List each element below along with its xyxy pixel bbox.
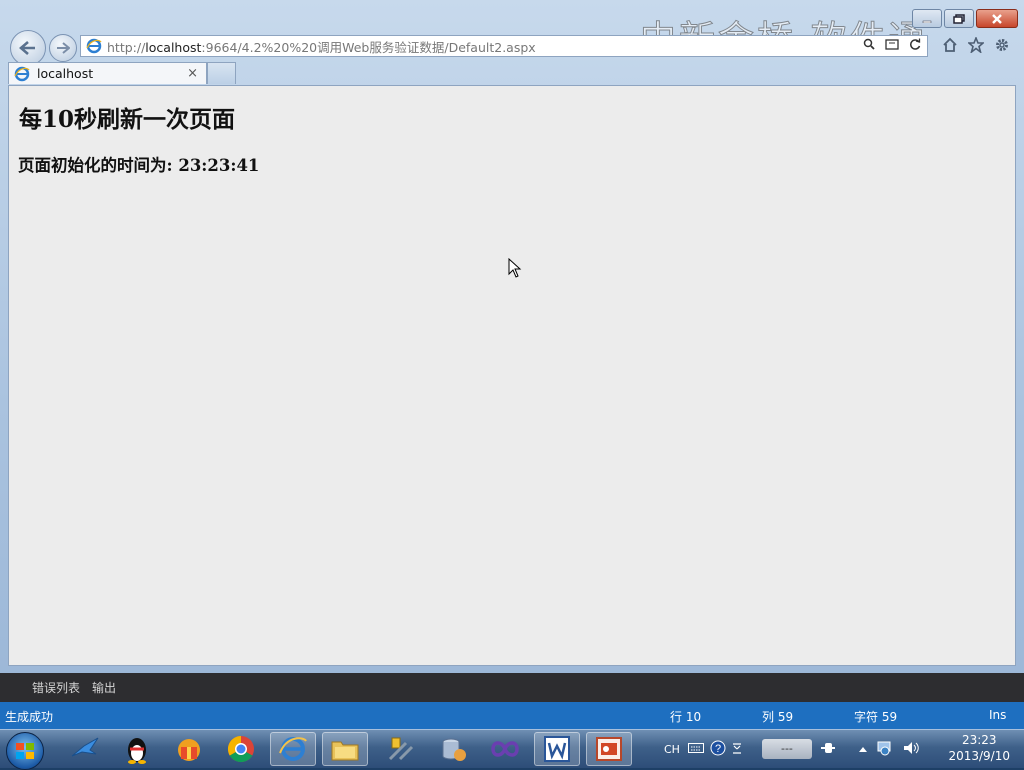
taskbar-sql-app[interactable] [430, 732, 476, 766]
restore-button[interactable] [944, 9, 974, 28]
svg-text:?: ? [715, 743, 721, 755]
search-icon[interactable] [863, 38, 875, 50]
windows-logo-icon [16, 743, 34, 759]
tab-ie-icon [13, 65, 31, 83]
restore-icon [953, 13, 965, 24]
tools-icon [388, 737, 414, 761]
build-status-text: 生成成功 [5, 710, 54, 724]
taskbar-ie-app[interactable] [270, 732, 316, 766]
chrome-icon [227, 735, 254, 763]
browser-tools [942, 37, 1010, 53]
line-indicator: 行 10 [670, 710, 702, 724]
settings-gear-icon[interactable] [994, 37, 1010, 53]
insert-mode-indicator: Ins [989, 708, 1007, 722]
url-text: http://localhost:9664/4.2%20%20调用Web服务验证… [107, 37, 536, 56]
qq-penguin-icon [128, 738, 146, 764]
arrow-right-icon [57, 42, 70, 54]
word-icon [544, 736, 570, 762]
minimize-icon [922, 20, 932, 23]
taskbar-qq-app[interactable] [114, 732, 160, 766]
show-hidden-icons-icon[interactable] [858, 743, 868, 756]
char-indicator: 字符 59 [854, 710, 898, 724]
page-content: 每10秒刷新一次页面 页面初始化的时间为: 23:23:41 [8, 85, 1016, 666]
forward-button[interactable] [49, 34, 77, 62]
mouse-cursor-icon [508, 258, 522, 278]
volume-icon[interactable] [902, 740, 920, 759]
init-time-text: 页面初始化的时间为: 23:23:41 [18, 156, 260, 175]
keyboard-icon[interactable] [687, 742, 704, 756]
taskbar-powerpoint-app[interactable] [586, 732, 632, 766]
tab-close-icon[interactable]: × [187, 66, 198, 81]
tab-output[interactable]: 输出 [92, 679, 116, 696]
internet-explorer-icon [279, 737, 307, 761]
taskbar: CH ? --- 23:23 2013/9/10 [0, 729, 1024, 770]
favorites-star-icon[interactable] [968, 37, 984, 53]
refresh-icon[interactable] [909, 38, 921, 50]
taskbar-visual-studio-app[interactable] [482, 732, 528, 766]
visual-studio-infinity-icon [491, 741, 519, 757]
url-path: :9664/4.2%20%20调用Web服务验证数据/Default2.aspx [201, 39, 536, 55]
powerpoint-icon [596, 737, 622, 761]
close-button[interactable] [976, 9, 1018, 28]
url-host: localhost [145, 39, 202, 55]
language-indicator[interactable]: CH [664, 743, 680, 756]
browser-window: 中新金桥 软件通 http://localhost:9664/4.2%20%20… [0, 0, 1024, 673]
column-indicator: 列 59 [762, 710, 794, 724]
help-icon[interactable]: ? [710, 740, 726, 759]
bird-icon [71, 737, 99, 757]
clock-date: 2013/9/10 [948, 749, 1010, 763]
taskbar-chrome-app[interactable] [218, 732, 264, 766]
network-tray-icon[interactable] [876, 740, 894, 759]
system-tray: CH ? --- [664, 730, 920, 768]
taskbar-tools-app[interactable] [378, 732, 424, 766]
ime-options-icon[interactable] [732, 740, 742, 759]
taskbar-bird-app[interactable] [62, 732, 108, 766]
database-icon [442, 738, 466, 761]
ie-page-icon [85, 37, 103, 55]
tab-label: localhost [37, 66, 94, 81]
taskbar-clock[interactable]: 23:23 2013/9/10 [948, 732, 1010, 764]
arrow-left-icon [19, 41, 35, 55]
gift-icon [178, 739, 200, 761]
address-tools [863, 38, 921, 50]
compatibility-icon[interactable] [885, 38, 899, 50]
url-prefix: http:// [107, 39, 146, 55]
minimize-button[interactable] [912, 9, 942, 28]
new-tab-button[interactable] [207, 62, 236, 84]
tab-error-list[interactable]: 错误列表 [32, 679, 80, 696]
network-indicator[interactable]: --- [761, 739, 812, 759]
tab-localhost[interactable]: localhost × [8, 62, 207, 84]
folder-icon [331, 741, 359, 761]
taskbar-gift-app[interactable] [166, 732, 212, 766]
start-button[interactable] [6, 732, 44, 770]
close-icon [992, 13, 1002, 24]
power-plug-icon[interactable] [820, 741, 836, 758]
window-controls [912, 9, 1018, 28]
back-button[interactable] [10, 30, 46, 66]
clock-time: 23:23 [961, 733, 997, 747]
taskbar-explorer-app[interactable] [322, 732, 368, 766]
home-icon[interactable] [942, 37, 958, 53]
page-heading: 每10秒刷新一次页面 [19, 106, 236, 133]
address-bar[interactable]: http://localhost:9664/4.2%20%20调用Web服务验证… [80, 35, 928, 57]
taskbar-word-app[interactable] [534, 732, 580, 766]
vs-bottom-panel: 错误列表 输出 [0, 673, 1024, 702]
vs-status-bar: 生成成功 行 10 列 59 字符 59 Ins [0, 702, 1024, 729]
